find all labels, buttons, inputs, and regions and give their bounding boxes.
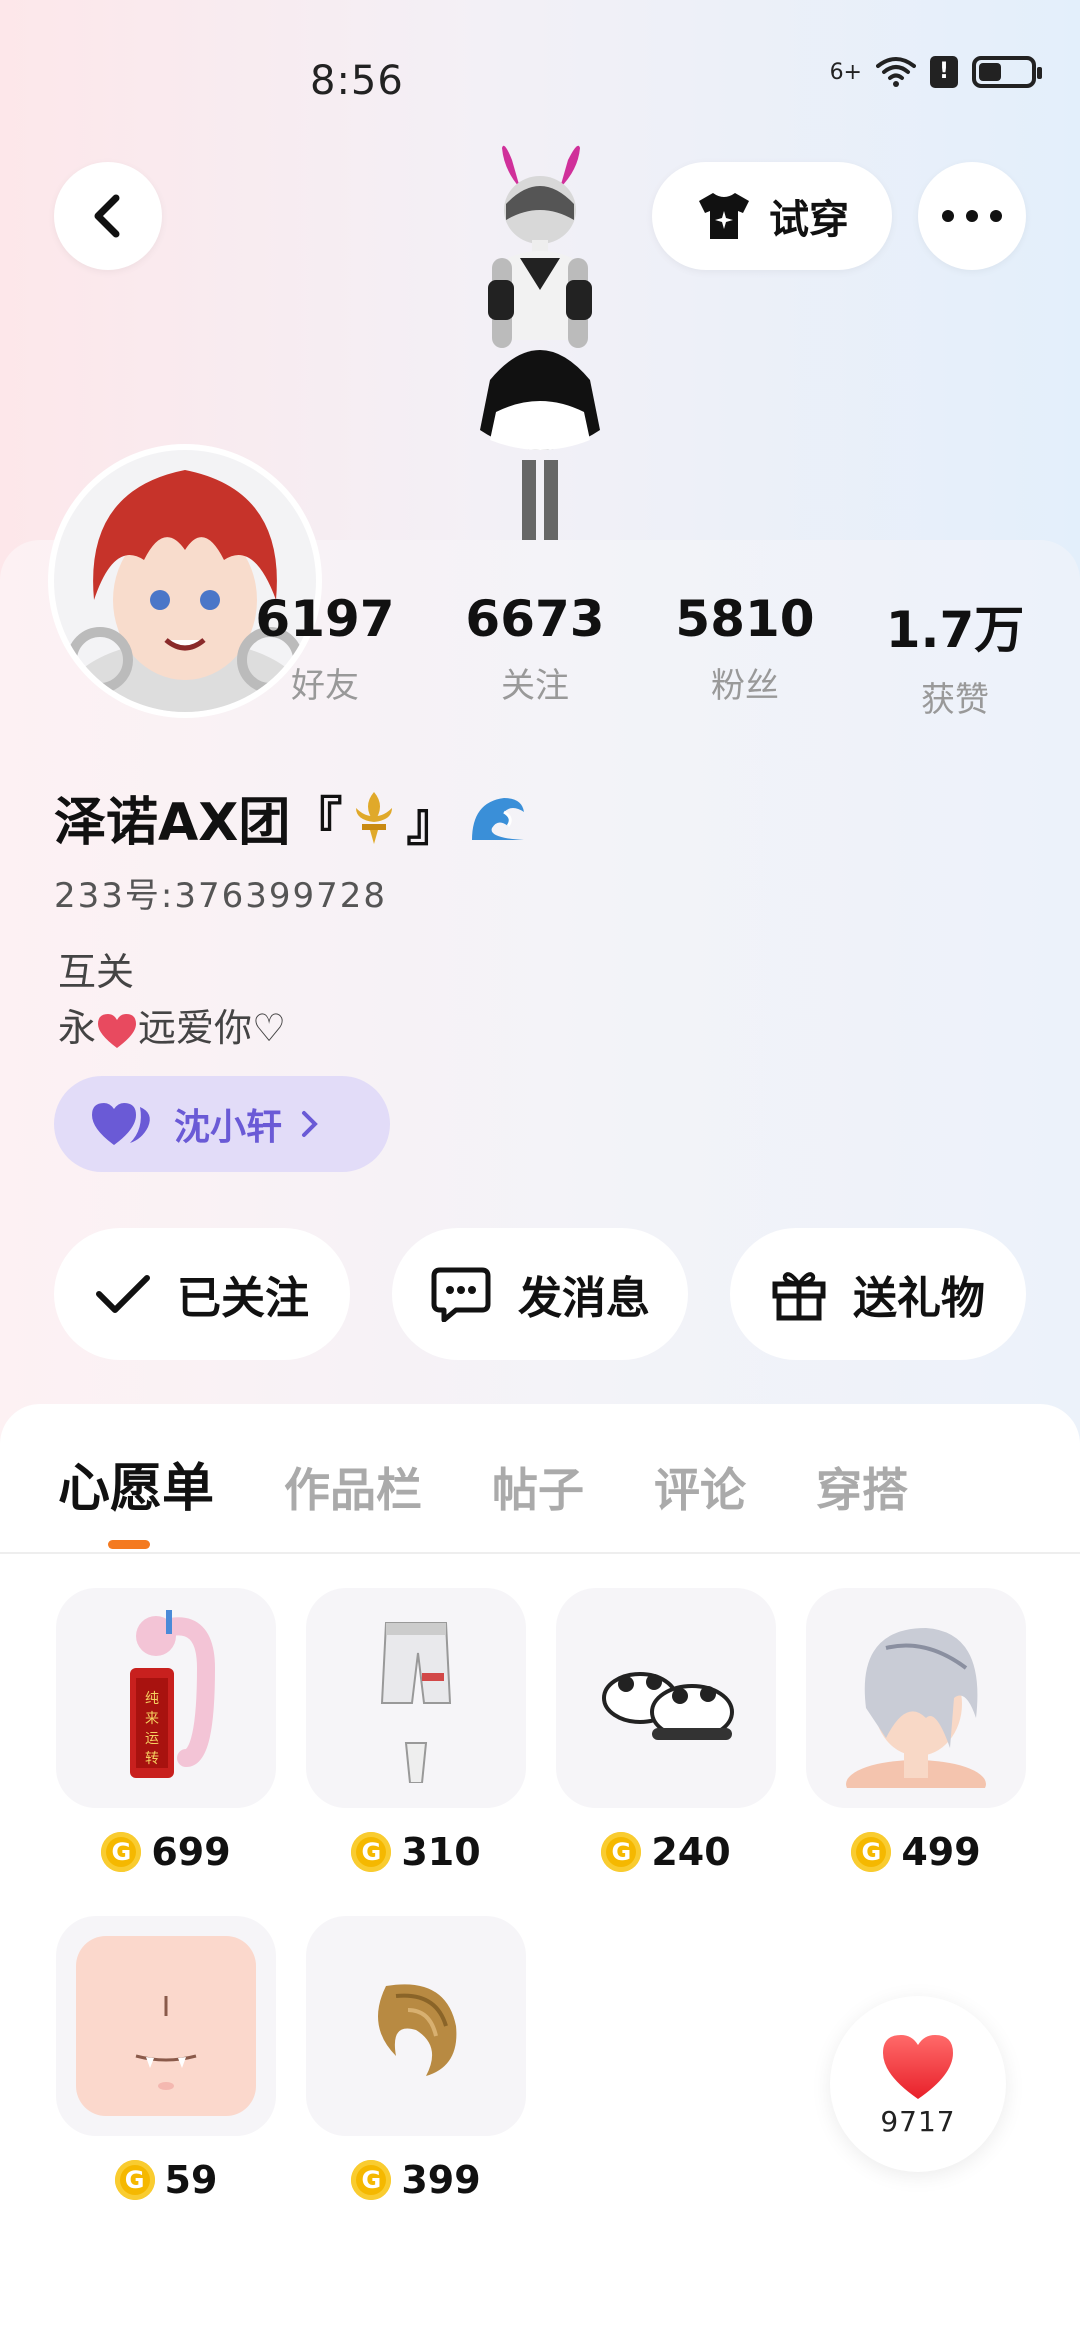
coin-icon: G (114, 2160, 155, 2200)
try-on-button[interactable]: 试穿 (652, 162, 892, 270)
bio-line-2: 永远爱你♡ (58, 1006, 287, 1050)
wishlist-item[interactable]: G 499 (806, 1588, 1026, 1874)
svg-text:来: 来 (145, 1711, 159, 1727)
red-heart-icon (98, 1013, 137, 1048)
item-thumbnail (306, 1588, 526, 1808)
status-icons: 6+ ! (829, 56, 1042, 88)
item-thumbnail (56, 1916, 276, 2136)
signal-label: 6+ (829, 59, 862, 85)
stat-label: 好友 (291, 666, 359, 706)
stat-following[interactable]: 6673 关注 (430, 590, 640, 721)
svg-text:转: 转 (145, 1751, 159, 1767)
svg-text:纯: 纯 (145, 1691, 159, 1707)
tab-comments[interactable]: 评论 (654, 1454, 746, 1520)
message-button[interactable]: 发消息 (392, 1228, 688, 1360)
user-id: 233号:376399728 (54, 876, 388, 916)
item-price: G 240 (556, 1830, 776, 1874)
coin-icon: G (851, 1832, 892, 1872)
item-price: G 399 (306, 2158, 526, 2202)
coin-icon: G (351, 1832, 392, 1872)
chevron-left-icon (94, 194, 120, 238)
coin-icon: G (101, 1832, 142, 1872)
message-label: 发消息 (518, 1273, 650, 1324)
gift-button[interactable]: 送礼物 (730, 1228, 1026, 1360)
like-count: 9717 (880, 2104, 956, 2138)
like-button[interactable]: 9717 (830, 1996, 1006, 2172)
content-tabs: 心愿单 作品栏 帖子 评论 穿搭 (58, 1446, 908, 1521)
stat-value: 6197 (255, 590, 395, 648)
battery-icon (972, 56, 1042, 88)
bio: 互关 永远爱你♡ (58, 944, 286, 1056)
wishlist-item[interactable]: G 310 (306, 1588, 526, 1874)
stat-value: 6673 (465, 590, 605, 648)
more-dots-icon (942, 210, 1002, 222)
item-price: G 699 (56, 1830, 276, 1874)
silver-hair-item-icon (846, 1628, 986, 1788)
username-prefix: 泽诺AX团『 (54, 793, 343, 853)
item-thumbnail: 纯 来 运 转 (56, 1588, 276, 1808)
sim-alert-icon: ! (930, 56, 958, 88)
more-button[interactable] (918, 162, 1026, 270)
stat-friends[interactable]: 6197 好友 (220, 590, 430, 721)
shorts-item-icon (380, 1622, 452, 1783)
bio-line-1: 互关 (58, 950, 135, 994)
wifi-icon (876, 57, 916, 87)
username: 泽诺AX团『 』 (54, 780, 528, 855)
gift-label: 送礼物 (853, 1273, 985, 1324)
wishlist-item[interactable]: 纯 来 运 转 G 699 (56, 1588, 276, 1874)
stat-value: 5810 (675, 590, 815, 648)
following-button[interactable]: 已关注 (54, 1228, 350, 1360)
item-price: G 59 (56, 2158, 276, 2202)
wave-icon (472, 797, 525, 840)
gift-icon (772, 1272, 826, 1321)
profile-stats: 6197 好友 6673 关注 5810 粉丝 1.7万 获赞 (220, 590, 1060, 721)
partner-badge[interactable]: 沈小轩 (54, 1076, 390, 1172)
tab-posts[interactable]: 帖子 (492, 1454, 584, 1520)
character-model-image[interactable] (440, 140, 640, 540)
fleur-de-lis-icon (356, 791, 393, 844)
double-heart-icon (92, 1103, 150, 1145)
try-on-label: 试穿 (769, 197, 849, 243)
tab-outfits[interactable]: 穿搭 (816, 1454, 908, 1520)
fur-tail-item-icon (378, 1984, 457, 2076)
tab-wishlist[interactable]: 心愿单 (58, 1446, 214, 1521)
active-tab-indicator (108, 1540, 150, 1549)
tabs-divider (0, 1552, 1080, 1554)
username-suffix: 』 (406, 793, 459, 853)
status-time: 8:56 (310, 58, 404, 104)
item-thumbnail (556, 1588, 776, 1808)
panda-shoes-item-icon (602, 1672, 734, 1740)
wishlist-item[interactable]: G 59 (56, 1916, 276, 2202)
stat-fans[interactable]: 5810 粉丝 (640, 590, 850, 721)
firecracker-dragon-item-icon: 纯 来 运 转 (130, 1610, 216, 1778)
back-button[interactable] (54, 162, 162, 270)
tab-works[interactable]: 作品栏 (284, 1454, 422, 1520)
fang-face-item-icon (76, 1936, 256, 2116)
checkmark-icon (96, 1275, 150, 1313)
wishlist-item[interactable]: G 399 (306, 1916, 526, 2202)
wishlist-item[interactable]: G 240 (556, 1588, 776, 1874)
tshirt-icon (699, 193, 749, 239)
stat-label: 关注 (501, 666, 569, 706)
stat-likes[interactable]: 1.7万 获赞 (850, 590, 1060, 721)
coin-icon: G (351, 2160, 392, 2200)
item-thumbnail (306, 1916, 526, 2136)
coin-icon: G (601, 1832, 642, 1872)
item-thumbnail (806, 1588, 1026, 1808)
partner-name: 沈小轩 (174, 1107, 283, 1148)
heart-icon (883, 2034, 953, 2099)
stat-value: 1.7万 (885, 601, 1025, 659)
chat-bubble-icon (431, 1267, 491, 1322)
chevron-right-icon (302, 1111, 318, 1137)
stat-label: 粉丝 (711, 666, 779, 706)
stat-label: 获赞 (921, 680, 989, 720)
item-price: G 499 (806, 1830, 1026, 1874)
item-price: G 310 (306, 1830, 526, 1874)
following-label: 已关注 (177, 1273, 309, 1324)
svg-text:运: 运 (145, 1731, 159, 1747)
